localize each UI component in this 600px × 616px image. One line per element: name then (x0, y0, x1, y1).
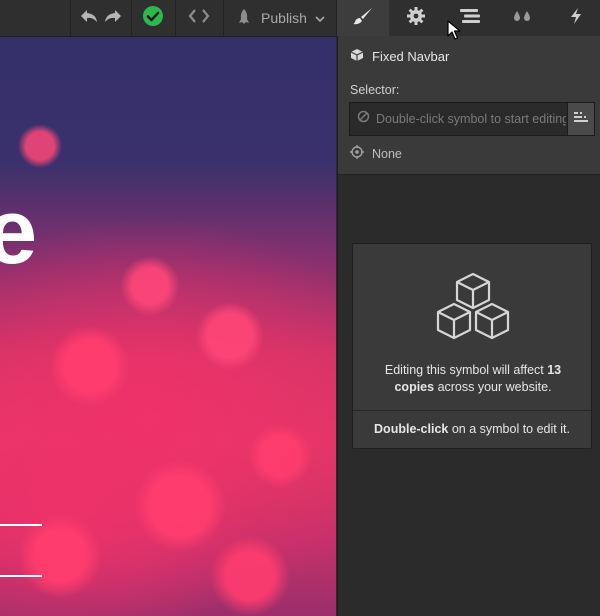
selector-options-button[interactable] (567, 102, 595, 136)
export-code-button[interactable] (176, 0, 222, 36)
hero-heading-text[interactable]: e (0, 186, 37, 278)
disabled-icon (357, 110, 370, 128)
style-panel: Fixed Navbar Selector: None (337, 36, 600, 616)
symbol-warning-text: Editing this symbol will affect 13 copies… (363, 362, 583, 396)
copies-word: copies (394, 380, 435, 394)
selector-label: Selector: (350, 83, 400, 97)
symbol-cubes-icon (435, 272, 511, 345)
symbol-edit-hint: Double-click on a symbol to edit it. (353, 422, 591, 436)
selected-element-name: Fixed Navbar (372, 49, 450, 64)
design-canvas[interactable]: e (0, 36, 336, 616)
interactions-tab[interactable] (550, 0, 600, 36)
hint-bold: Double-click (374, 422, 449, 436)
save-status-button[interactable] (132, 0, 174, 36)
card-divider (353, 410, 591, 411)
symbol-cube-icon (350, 48, 364, 65)
hint-rest: on a symbol to edit it. (448, 422, 570, 436)
selector-field[interactable] (349, 102, 567, 136)
toolbar-separator (70, 0, 71, 36)
drops-icon (512, 9, 534, 28)
mouse-cursor-icon (447, 20, 461, 46)
redo-icon[interactable] (103, 8, 123, 29)
chevron-down-icon (315, 10, 325, 26)
hero-divider-line (0, 524, 42, 526)
list-options-icon (573, 110, 589, 128)
hero-divider-line (0, 575, 42, 577)
paintbrush-icon (352, 7, 374, 30)
selected-element-row: Fixed Navbar (350, 48, 449, 65)
undo-icon[interactable] (79, 8, 99, 29)
top-toolbar: Publish (0, 0, 600, 37)
selector-section: Fixed Navbar Selector: None (338, 36, 600, 175)
selector-input[interactable] (376, 112, 566, 126)
state-selector-row[interactable]: None (350, 145, 402, 162)
code-icon (187, 8, 211, 29)
settings-tab[interactable] (390, 0, 442, 36)
symbol-info-card: Editing this symbol will affect 13 copies… (352, 243, 592, 449)
navigator-icon (459, 8, 481, 29)
rocket-icon (235, 8, 253, 29)
publish-label: Publish (261, 10, 307, 26)
checkmark-icon (142, 5, 164, 32)
gear-icon (406, 6, 426, 31)
lightning-icon (569, 7, 583, 30)
publish-button[interactable]: Publish (224, 0, 336, 36)
warning-prefix: Editing this symbol will affect (384, 363, 548, 377)
warning-suffix: across your website. (434, 380, 552, 394)
style-tab[interactable] (337, 0, 389, 36)
undo-redo-group (72, 0, 130, 36)
state-label: None (372, 146, 402, 161)
target-icon (350, 145, 364, 162)
swatches-tab[interactable] (497, 0, 549, 36)
copies-count: 13 (547, 363, 562, 377)
